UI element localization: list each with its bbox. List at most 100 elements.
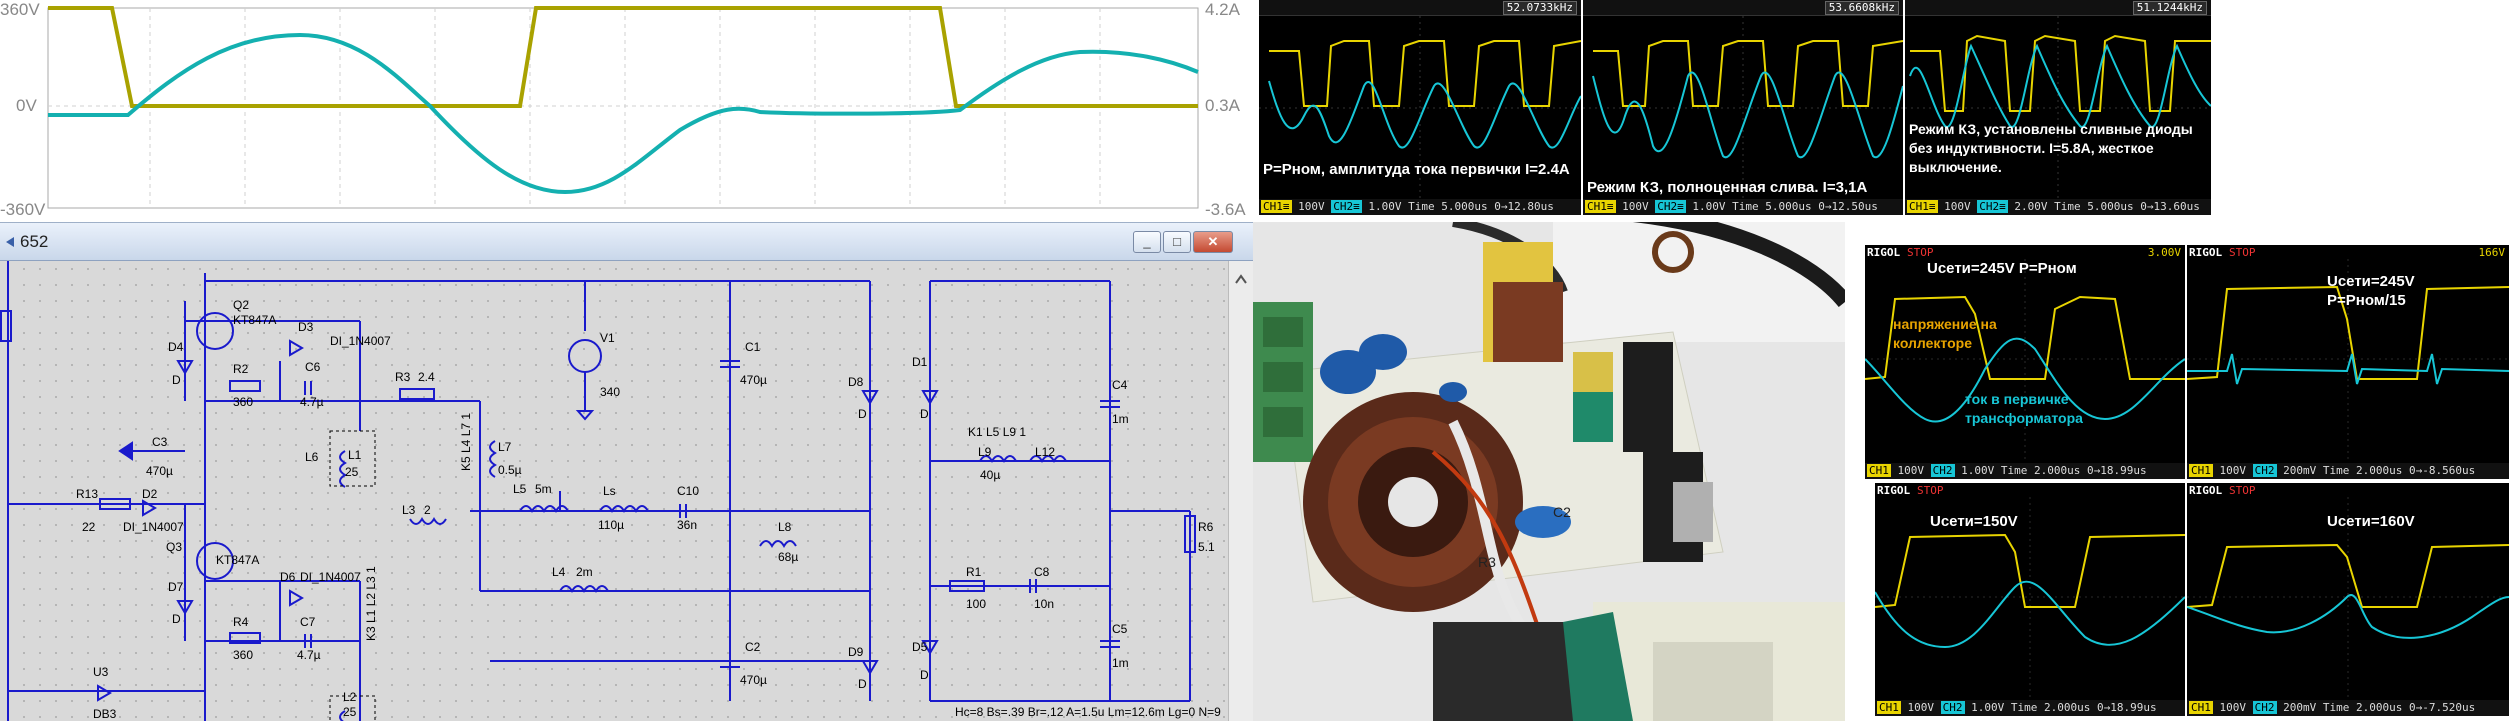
timebase: Time 2.000us [2010, 701, 2091, 714]
ch1-scale: 100V [2219, 701, 2247, 714]
trigger-level: 3.00V [2147, 246, 2181, 259]
scope-footer: CH1 100V CH2 1.00V Time 2.000us 0→18.99u… [1865, 463, 2185, 479]
scope-footer: CH1≡ 100V CH2≡ 2.00V Time 5.000us 0→13.6… [1905, 199, 2211, 215]
r2-value: 360 [233, 395, 253, 409]
scope-caption: Uсети=245V P=Рном/15 [2327, 273, 2415, 309]
d8-type: D [858, 407, 867, 421]
c1-label: C1 [745, 340, 761, 354]
l2-label: L2 [343, 690, 357, 704]
l7-label: L7 [498, 440, 512, 454]
ch1-scale: 100V [1622, 200, 1649, 213]
q3-model: KT847A [216, 553, 259, 567]
rigol-scope-1: RIGOL STOP 3.00V Uсети=245V P=Рном напря… [1865, 245, 2185, 479]
c7-value: 4.7µ [297, 648, 321, 662]
window-title: 652 [20, 232, 49, 251]
trigger-offset: 0→18.99us [2086, 464, 2147, 477]
trigger-offset: 0→-8.560us [2408, 464, 2476, 477]
ch1-badge: CH1≡ [1907, 200, 1938, 213]
brand-label: RIGOL [1867, 246, 1901, 259]
scroll-up-icon[interactable] [1229, 261, 1254, 301]
d5-label: D5 [912, 640, 928, 654]
ch2-badge: CH2≡ [1977, 200, 2008, 213]
freq-readout: 52.0733kHz [1502, 1, 1577, 15]
v1-label: V1 [600, 331, 615, 345]
l5-value: 5m [535, 482, 552, 496]
timebase: Time 2.000us [2322, 464, 2403, 477]
scope-caption: Uсети=160V [2327, 513, 2415, 530]
rigol-scope-2: RIGOL STOP 166V Uсети=245V P=Рном/15 CH1… [2187, 245, 2509, 479]
run-status: STOP [1917, 484, 1944, 497]
d1-label: D1 [912, 355, 928, 369]
q3-label: Q3 [166, 540, 182, 554]
rigol-scope-3: RIGOL STOP Uсети=150V CH1 100V CH2 1.00V… [1875, 483, 2185, 716]
maximize-button[interactable]: □ [1163, 231, 1191, 253]
r13-value: 22 [82, 520, 96, 534]
window-titlebar[interactable]: 652 _ □ ✕ [0, 223, 1253, 261]
ch1-badge: CH1 [1877, 701, 1901, 714]
run-status: STOP [2229, 246, 2256, 259]
d6-model: DI_1N4007 [300, 570, 361, 584]
schematic-canvas[interactable]: Q2 KT847A D3 DI_1N4007 D4 D R2 360 C6 4.… [0, 261, 1228, 721]
c1-value: 470µ [740, 373, 767, 387]
ch1-badge: CH1 [1867, 464, 1891, 477]
u3-label: U3 [93, 665, 109, 679]
run-status: STOP [1907, 246, 1934, 259]
ch1-scale: 100V [1897, 464, 1925, 477]
minimize-button[interactable]: _ [1133, 231, 1161, 253]
ch2-badge: CH2≡ [1331, 200, 1362, 213]
l4-label: L4 [552, 565, 566, 579]
close-button[interactable]: ✕ [1193, 231, 1233, 253]
vertical-scrollbar[interactable] [1228, 261, 1253, 721]
l4-value: 2m [576, 565, 593, 579]
ch2-scale: 200mV [2283, 464, 2317, 477]
run-status: STOP [2229, 484, 2256, 497]
ch1-badge: CH1≡ [1585, 200, 1616, 213]
u3-value: DB3 [93, 707, 117, 721]
c3-value: 470µ [146, 464, 173, 478]
r4-label: R4 [233, 615, 249, 629]
r1-value: 100 [966, 597, 986, 611]
d3-model: DI_1N4007 [330, 334, 391, 348]
d5-type: D [920, 668, 929, 682]
right-axis-mid: 0.3A [1205, 96, 1240, 115]
l7-value: 0.5µ [498, 463, 522, 477]
ch2-scale: 1.00V [1961, 464, 1995, 477]
ch2-badge: CH2 [1930, 464, 1955, 477]
d2-label: D2 [142, 487, 158, 501]
trigger-offset: 0→13.60us [2140, 200, 2200, 213]
ch2-scale: 1.00V [1368, 200, 1402, 213]
ch2-scale: 2.00V [2014, 200, 2048, 213]
c8-label: C8 [1034, 565, 1050, 579]
l2-value: 25 [343, 705, 357, 719]
scope-top-2: 53.6608kHz Режим КЗ, полноценная слива. … [1583, 0, 1903, 215]
l12-label: L12 [1035, 445, 1055, 459]
l3-label: L3 [402, 503, 416, 517]
ch2-badge: CH2≡ [1655, 200, 1686, 213]
scope-traces [1865, 259, 2185, 459]
c2-value: 470µ [740, 673, 767, 687]
r6-value: 5.1 [1198, 540, 1215, 554]
ch1-badge: CH1 [2189, 464, 2213, 477]
timebase: Time 5.000us [1732, 200, 1812, 213]
ch2-badge: CH2 [2252, 701, 2277, 714]
right-axis-top: 4.2A [1205, 0, 1240, 19]
d4-type: D [172, 373, 181, 387]
scope-footer: CH1 100V CH2 200mV Time 2.000us 0→-8.560… [2187, 463, 2509, 479]
l1-value: 25 [345, 465, 359, 479]
freq-readout: 53.6608kHz [1824, 1, 1899, 15]
scope-traces [1583, 16, 1903, 199]
l8-label: L8 [778, 520, 792, 534]
q2-label: Q2 [233, 298, 249, 312]
l3-value: 2 [424, 503, 431, 517]
l5-label: L5 [513, 482, 527, 496]
c5-label: C5 [1112, 622, 1128, 636]
d9-label: D9 [848, 645, 864, 659]
ch1-badge: CH1 [2189, 701, 2213, 714]
ch1-scale: 100V [1907, 701, 1935, 714]
core-params: Hc=8 Bs=.39 Br=.12 A=1.5u Lm=12.6m Lg=0 … [955, 705, 1221, 719]
scope-caption: P=Рном, амплитуда тока первички I=2.4А [1263, 161, 1570, 178]
c7-label: C7 [300, 615, 316, 629]
left-axis-mid: 0V [16, 96, 37, 115]
r4-value: 360 [233, 648, 253, 662]
r3-label: R3 [395, 370, 411, 384]
